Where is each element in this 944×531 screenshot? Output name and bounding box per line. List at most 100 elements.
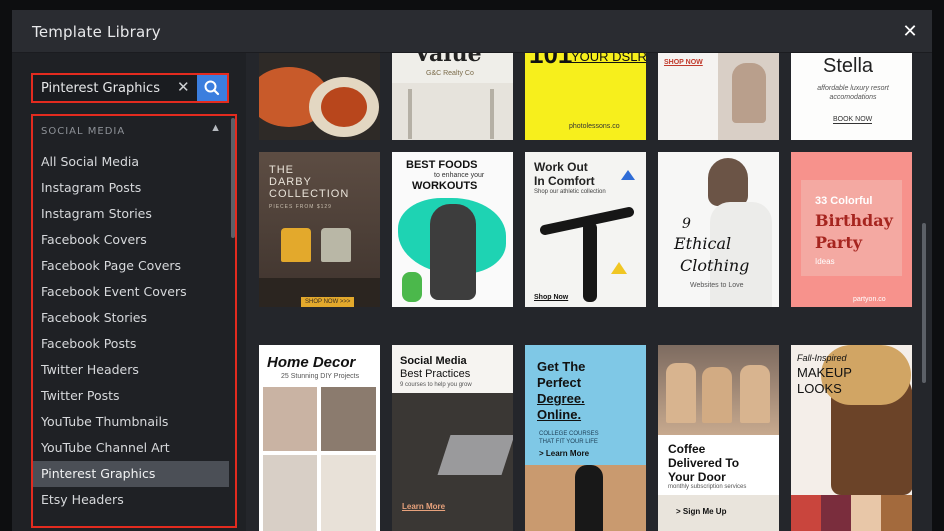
template-card[interactable]: Value G&C Realty Co bbox=[392, 53, 513, 140]
card-line-3: Your Door bbox=[668, 470, 726, 484]
category-item[interactable]: Etsy Headers bbox=[33, 487, 229, 513]
card-line-2: Ethical bbox=[674, 234, 732, 253]
card-line-2: MAKEUP bbox=[797, 365, 852, 380]
card-footer: photolessons.co bbox=[569, 123, 620, 130]
interior-photo bbox=[408, 89, 412, 139]
template-card[interactable]: 101 YOUR DSLR photolessons.co bbox=[525, 53, 646, 140]
card-line-2: Delivered To bbox=[668, 456, 740, 470]
category-item[interactable]: Facebook Event Covers bbox=[33, 279, 229, 305]
card-line-1: Social Media bbox=[400, 355, 467, 367]
template-card[interactable]: BEST FOODS to enhance your WORKOUTS bbox=[392, 152, 513, 307]
template-grid: Value G&C Realty Co 101 YOUR DSLR photol… bbox=[246, 53, 932, 531]
card-line-4: Ideas bbox=[815, 257, 835, 266]
template-card[interactable]: Work Out In Comfort Shop our athletic co… bbox=[525, 152, 646, 307]
card-subtitle: G&C Realty Co bbox=[426, 70, 474, 77]
search-icon bbox=[204, 80, 220, 96]
template-card[interactable]: Get The Perfect Degree. Online. COLLEGE … bbox=[525, 345, 646, 531]
triangle-decoration bbox=[611, 262, 627, 274]
card-line-1: Coffee bbox=[668, 442, 706, 456]
chevron-up-icon[interactable]: ▲ bbox=[210, 122, 221, 134]
card-subtitle: Websites to Love bbox=[690, 282, 744, 289]
coffee-bags-photo bbox=[666, 363, 696, 423]
category-item[interactable]: Facebook Stories bbox=[33, 305, 229, 331]
card-title: Value bbox=[414, 53, 482, 67]
athlete-photo bbox=[583, 222, 597, 302]
clear-search-icon[interactable]: ✕ bbox=[177, 78, 190, 96]
template-card[interactable]: 33 Colorful Birthday Party Ideas partyon… bbox=[791, 152, 912, 307]
template-card[interactable]: Stella affordable luxury resort accomoda… bbox=[791, 53, 912, 140]
color-swatch bbox=[851, 495, 882, 531]
card-line-1: Work Out bbox=[534, 160, 588, 174]
category-item[interactable]: Instagram Stories bbox=[33, 201, 229, 227]
template-card[interactable] bbox=[259, 53, 380, 140]
card-line-1: 9 bbox=[682, 216, 691, 232]
card-subtitle-2: THAT FIT YOUR LIFE bbox=[539, 439, 598, 445]
card-line-1: Fall-Inspired bbox=[797, 353, 847, 363]
template-card[interactable]: Social Media Best Practices 9 courses to… bbox=[392, 345, 513, 531]
modal-header: Template Library ✕ bbox=[12, 10, 932, 53]
card-subtitle: 25 Stunning DIY Projects bbox=[281, 373, 360, 380]
color-swatch bbox=[881, 495, 912, 531]
modal-title: Template Library bbox=[32, 23, 161, 41]
search-box: ✕ bbox=[31, 73, 229, 103]
template-card[interactable]: Home Decor 25 Stunning DIY Projects bbox=[259, 345, 380, 531]
card-line-1: Home Decor bbox=[267, 354, 356, 371]
category-item[interactable]: Twitter Posts bbox=[33, 383, 229, 409]
sidebar: ✕ SOCIAL MEDIA ▲ All Social MediaInstagr… bbox=[12, 53, 246, 531]
template-card[interactable]: THE DARBY COLLECTION PIECES FROM $129 SH… bbox=[259, 152, 380, 307]
card-subtitle: Shop our athletic collection bbox=[534, 189, 606, 195]
card-title: Stella bbox=[823, 55, 874, 77]
category-item[interactable]: Twitter Headers bbox=[33, 357, 229, 383]
card-line-2: Birthday bbox=[815, 211, 893, 230]
chair-grey bbox=[321, 228, 351, 262]
decor-photo bbox=[321, 455, 376, 531]
category-item[interactable]: Facebook Posts bbox=[33, 331, 229, 357]
graduate-photo bbox=[575, 465, 603, 531]
template-card[interactable]: SHOP NOW bbox=[658, 53, 779, 140]
template-card[interactable]: 9 Ethical Clothing Websites to Love bbox=[658, 152, 779, 307]
category-item[interactable]: Instagram Posts bbox=[33, 175, 229, 201]
card-cta: Learn More bbox=[402, 502, 446, 511]
card-line-1: THE bbox=[269, 164, 294, 176]
card-title: 101 bbox=[529, 53, 573, 69]
category-heading: SOCIAL MEDIA bbox=[41, 126, 126, 137]
category-item[interactable]: Pinterest Graphics bbox=[33, 461, 229, 487]
category-item[interactable]: Facebook Page Covers bbox=[33, 253, 229, 279]
search-input[interactable] bbox=[33, 75, 197, 101]
category-scrollbar[interactable] bbox=[231, 118, 235, 238]
card-line-3: COLLECTION bbox=[269, 188, 350, 200]
card-line-2: In Comfort bbox=[534, 174, 595, 188]
category-item[interactable]: Facebook Covers bbox=[33, 227, 229, 253]
food-dish bbox=[321, 87, 367, 127]
laptop-photo bbox=[437, 435, 513, 475]
card-line-4: Online. bbox=[537, 407, 582, 422]
category-list: All Social Media Instagram Posts Instagram… bbox=[33, 149, 229, 513]
category-item[interactable]: All Social Media bbox=[33, 149, 229, 175]
coffee-bags-photo bbox=[702, 367, 732, 423]
card-subtitle: affordable luxury resort accomodations bbox=[817, 85, 889, 101]
chair-yellow bbox=[281, 228, 311, 262]
search-button[interactable] bbox=[197, 75, 227, 101]
template-card[interactable]: Coffee Delivered To Your Door monthly su… bbox=[658, 345, 779, 531]
close-icon[interactable]: ✕ bbox=[902, 22, 918, 40]
card-footer: partyon.co bbox=[853, 296, 886, 303]
coffee-bags-photo bbox=[740, 365, 770, 423]
color-swatch bbox=[821, 495, 852, 531]
model-photo bbox=[732, 63, 766, 123]
card-line-2: Perfect bbox=[537, 375, 582, 390]
template-card[interactable]: Fall-Inspired MAKEUP LOOKS bbox=[791, 345, 912, 531]
card-line-3: WORKOUTS bbox=[412, 180, 478, 192]
grid-scrollbar[interactable] bbox=[922, 223, 926, 383]
card-line-2: to enhance your bbox=[434, 172, 485, 179]
card-cta: BOOK NOW bbox=[833, 116, 873, 124]
card-subtitle: PIECES FROM $129 bbox=[269, 204, 332, 210]
category-item[interactable]: YouTube Thumbnails bbox=[33, 409, 229, 435]
card-cta: SHOP NOW bbox=[664, 59, 703, 66]
card-line-3: Clothing bbox=[680, 256, 750, 275]
card-line-1: BEST FOODS bbox=[406, 159, 478, 171]
card-line-3: Degree. bbox=[537, 391, 585, 406]
category-item[interactable]: YouTube Channel Art bbox=[33, 435, 229, 461]
decor-photo bbox=[321, 387, 376, 451]
card-line-1: Get The bbox=[537, 359, 586, 374]
color-swatch bbox=[791, 495, 822, 531]
